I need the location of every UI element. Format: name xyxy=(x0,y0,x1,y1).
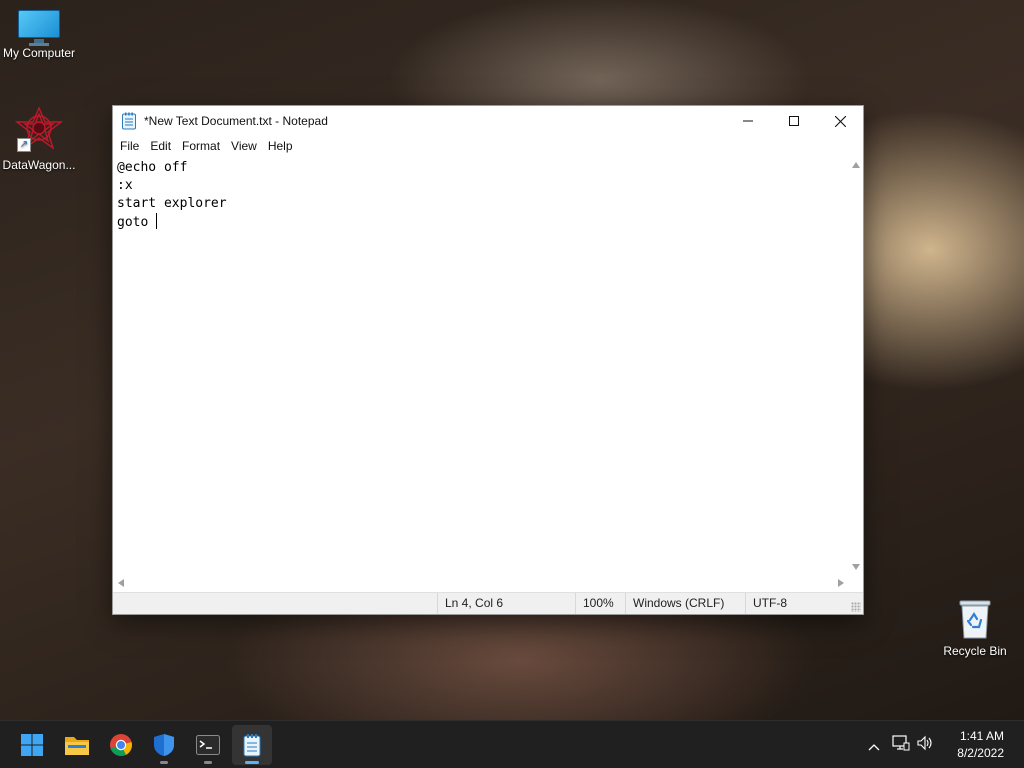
taskbar: 1:41 AM 8/2/2022 xyxy=(0,720,1024,768)
notepad-icon xyxy=(243,734,261,757)
status-encoding: UTF-8 xyxy=(745,593,851,614)
running-indicator xyxy=(204,761,212,764)
chrome-icon xyxy=(110,734,132,756)
scroll-right-icon[interactable] xyxy=(838,579,844,587)
desktop-icon-datawagon[interactable]: ↗ DataWagon... xyxy=(0,106,81,172)
close-button[interactable] xyxy=(817,106,863,136)
maximize-icon xyxy=(789,116,799,126)
close-icon xyxy=(834,115,846,127)
vertical-scrollbar[interactable] xyxy=(849,156,863,576)
taskbar-windows-security[interactable] xyxy=(144,725,184,765)
menu-file[interactable]: File xyxy=(115,137,145,155)
text-caret xyxy=(156,213,158,229)
notepad-window[interactable]: *New Text Document.txt - Notepad File Ed… xyxy=(112,105,864,615)
editor-line-text: goto xyxy=(117,215,157,230)
terminal-icon xyxy=(196,735,220,755)
taskbar-chrome[interactable] xyxy=(101,725,141,765)
taskbar-terminal[interactable] xyxy=(188,725,228,765)
monitor-icon xyxy=(18,10,60,46)
horizontal-scrollbar[interactable] xyxy=(113,576,849,590)
scroll-left-icon[interactable] xyxy=(118,579,124,587)
clock-time: 1:41 AM xyxy=(959,729,1004,743)
scroll-down-icon[interactable] xyxy=(852,564,860,570)
minimize-button[interactable] xyxy=(725,106,771,136)
status-zoom: 100% xyxy=(575,593,625,614)
editor-line-current: goto xyxy=(117,213,845,232)
show-hidden-icons-chevron-icon[interactable] xyxy=(868,736,880,755)
scroll-up-icon[interactable] xyxy=(852,162,860,168)
editor-line: start explorer xyxy=(117,196,227,211)
start-button[interactable] xyxy=(12,725,52,765)
taskbar-clock[interactable]: 1:41 AM 8/2/2022 xyxy=(957,728,1004,762)
network-icon[interactable] xyxy=(892,735,910,755)
desktop-icon-label: My Computer xyxy=(2,46,76,60)
status-cursor-position: Ln 4, Col 6 xyxy=(437,593,575,614)
active-indicator xyxy=(245,761,259,764)
title-bar[interactable]: *New Text Document.txt - Notepad xyxy=(113,106,863,136)
menu-help[interactable]: Help xyxy=(263,137,299,155)
desktop-icon-recycle-bin[interactable]: Recycle Bin xyxy=(933,598,1017,658)
folder-icon xyxy=(65,737,89,755)
desktop-icon-label: Recycle Bin xyxy=(943,644,1007,658)
menu-format[interactable]: Format xyxy=(177,137,226,155)
window-title: *New Text Document.txt - Notepad xyxy=(144,114,328,128)
shortcut-arrow-icon: ↗ xyxy=(17,138,31,152)
menu-bar: File Edit Format View Help xyxy=(113,136,863,156)
app-star-icon: ↗ xyxy=(14,106,64,154)
recycle-bin-icon xyxy=(957,598,993,640)
desktop-icon-label: DataWagon... xyxy=(2,158,76,172)
taskbar-file-explorer[interactable] xyxy=(57,725,97,765)
text-editor[interactable]: @echo off :x start explorer goto xyxy=(113,156,849,576)
shield-icon xyxy=(154,734,174,756)
windows-logo-icon xyxy=(21,734,43,756)
clock-date: 8/2/2022 xyxy=(957,746,1004,760)
menu-edit[interactable]: Edit xyxy=(145,137,177,155)
status-line-ending: Windows (CRLF) xyxy=(625,593,745,614)
editor-line: :x xyxy=(117,178,133,193)
system-tray xyxy=(868,721,934,768)
minimize-icon xyxy=(743,120,753,122)
maximize-button[interactable] xyxy=(771,106,817,136)
taskbar-notepad[interactable] xyxy=(232,725,272,765)
running-indicator xyxy=(160,761,168,764)
desktop-icon-my-computer[interactable]: My Computer xyxy=(0,10,81,60)
editor-line: @echo off xyxy=(117,160,188,175)
notepad-icon xyxy=(121,112,137,130)
status-bar: Ln 4, Col 6 100% Windows (CRLF) UTF-8 xyxy=(113,592,863,614)
volume-icon[interactable] xyxy=(916,735,934,755)
editor-area: @echo off :x start explorer goto xyxy=(113,156,863,596)
resize-grip-icon[interactable] xyxy=(851,602,861,612)
menu-view[interactable]: View xyxy=(226,137,263,155)
